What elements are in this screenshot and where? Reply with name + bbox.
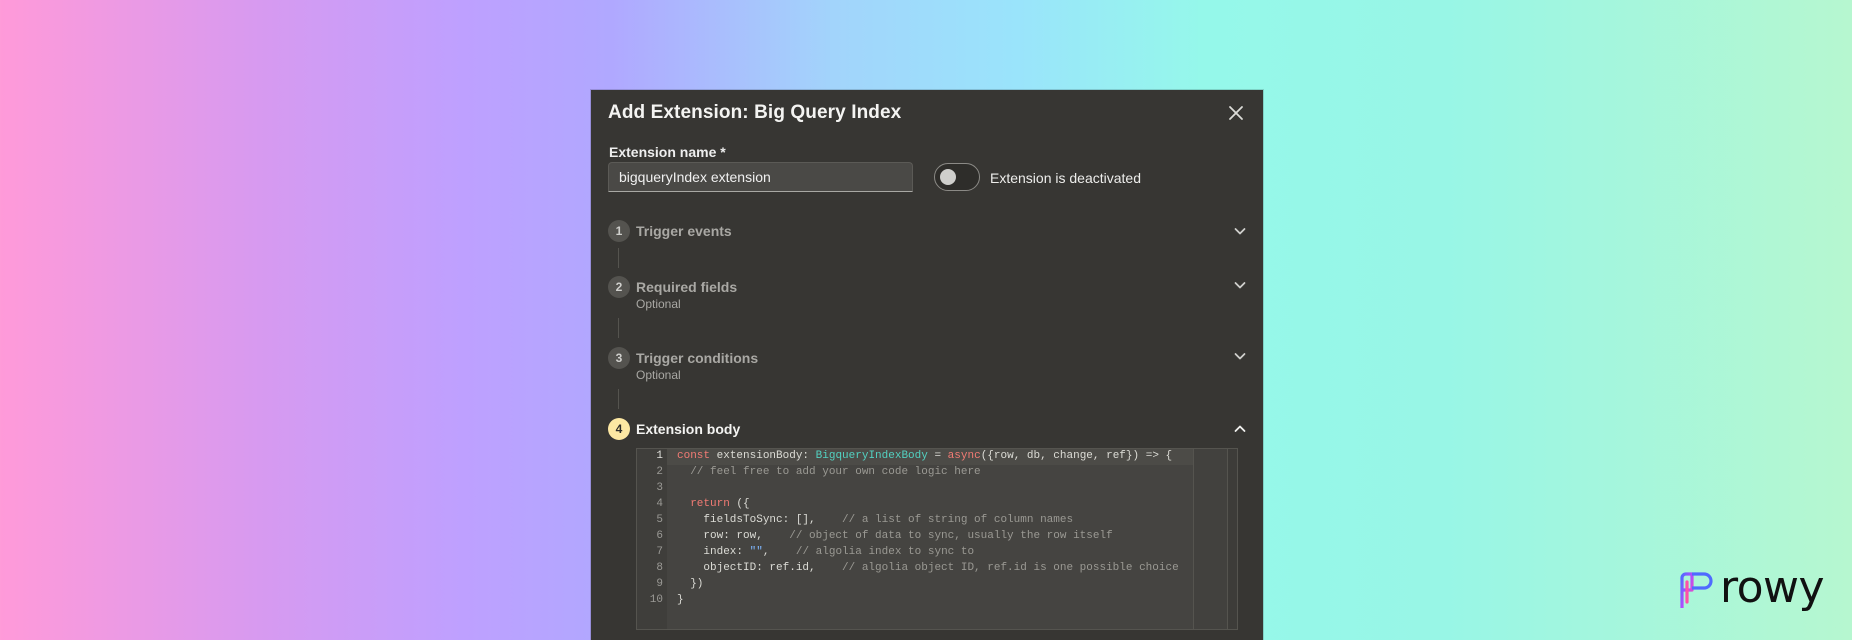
step-3-expand-button[interactable] xyxy=(1231,347,1249,365)
line-number: 7 xyxy=(656,546,663,558)
extension-name-input[interactable] xyxy=(608,162,913,192)
dialog-title: Add Extension: Big Query Index xyxy=(608,102,902,123)
line-number: 10 xyxy=(649,594,663,606)
extension-active-toggle[interactable] xyxy=(934,163,980,191)
line-number: 6 xyxy=(656,530,663,542)
editor-scrollbar[interactable] xyxy=(1227,449,1237,629)
close-icon xyxy=(1229,106,1243,120)
code-line: fieldsToSync: [], // a list of string of… xyxy=(677,514,1074,526)
close-button[interactable] xyxy=(1223,100,1249,126)
step-4-title[interactable]: Extension body xyxy=(636,421,740,437)
rowy-logo-text: rowy xyxy=(1720,562,1825,613)
step-2-title[interactable]: Required fields xyxy=(636,279,737,295)
step-3-title[interactable]: Trigger conditions xyxy=(636,350,758,366)
code-line: }) xyxy=(677,578,704,590)
step-1-badge: 1 xyxy=(608,220,630,242)
line-number: 8 xyxy=(656,562,663,574)
chevron-down-icon xyxy=(1234,282,1246,289)
extension-body-code-editor[interactable]: 1 2 3 4 5 6 7 8 9 10 const extensionBody… xyxy=(636,448,1238,630)
line-number: 9 xyxy=(656,578,663,590)
line-number: 1 xyxy=(656,450,663,462)
chevron-up-icon xyxy=(1234,425,1246,432)
extension-status-label: Extension is deactivated xyxy=(990,170,1141,186)
extension-name-label: Extension name * xyxy=(609,144,726,160)
toggle-knob xyxy=(940,169,956,185)
step-1-expand-button[interactable] xyxy=(1231,222,1249,240)
step-3-subtitle: Optional xyxy=(636,368,681,382)
rowy-logo: rowy xyxy=(1678,562,1834,614)
chevron-down-icon xyxy=(1234,353,1246,360)
step-3-badge: 3 xyxy=(608,347,630,369)
editor-minimap[interactable] xyxy=(1193,449,1229,629)
add-extension-dialog: Add Extension: Big Query Index Extension… xyxy=(591,90,1263,640)
step-2-subtitle: Optional xyxy=(636,297,681,311)
code-line: objectID: ref.id, // algolia object ID, … xyxy=(677,562,1179,574)
line-number: 4 xyxy=(656,498,663,510)
step-2-badge: 2 xyxy=(608,276,630,298)
code-line: // feel free to add your own code logic … xyxy=(690,466,981,478)
code-line: row: row, // object of data to sync, usu… xyxy=(677,530,1113,542)
step-connector xyxy=(618,389,619,409)
code-line: index: "", // algolia index to sync to xyxy=(677,546,975,558)
rowy-logo-mark-icon xyxy=(1680,572,1713,608)
line-number: 2 xyxy=(656,466,663,478)
code-line: const extensionBody: BigqueryIndexBody =… xyxy=(677,450,1173,462)
step-connector xyxy=(618,248,619,268)
line-number: 3 xyxy=(656,482,663,494)
line-number: 5 xyxy=(656,514,663,526)
step-4-badge: 4 xyxy=(608,418,630,440)
step-connector xyxy=(618,318,619,338)
step-1-title[interactable]: Trigger events xyxy=(636,223,732,239)
code-line: } xyxy=(677,594,684,606)
chevron-down-icon xyxy=(1234,228,1246,235)
code-line: return ({ xyxy=(690,498,750,510)
step-2-expand-button[interactable] xyxy=(1231,276,1249,294)
step-4-collapse-button[interactable] xyxy=(1231,420,1249,438)
